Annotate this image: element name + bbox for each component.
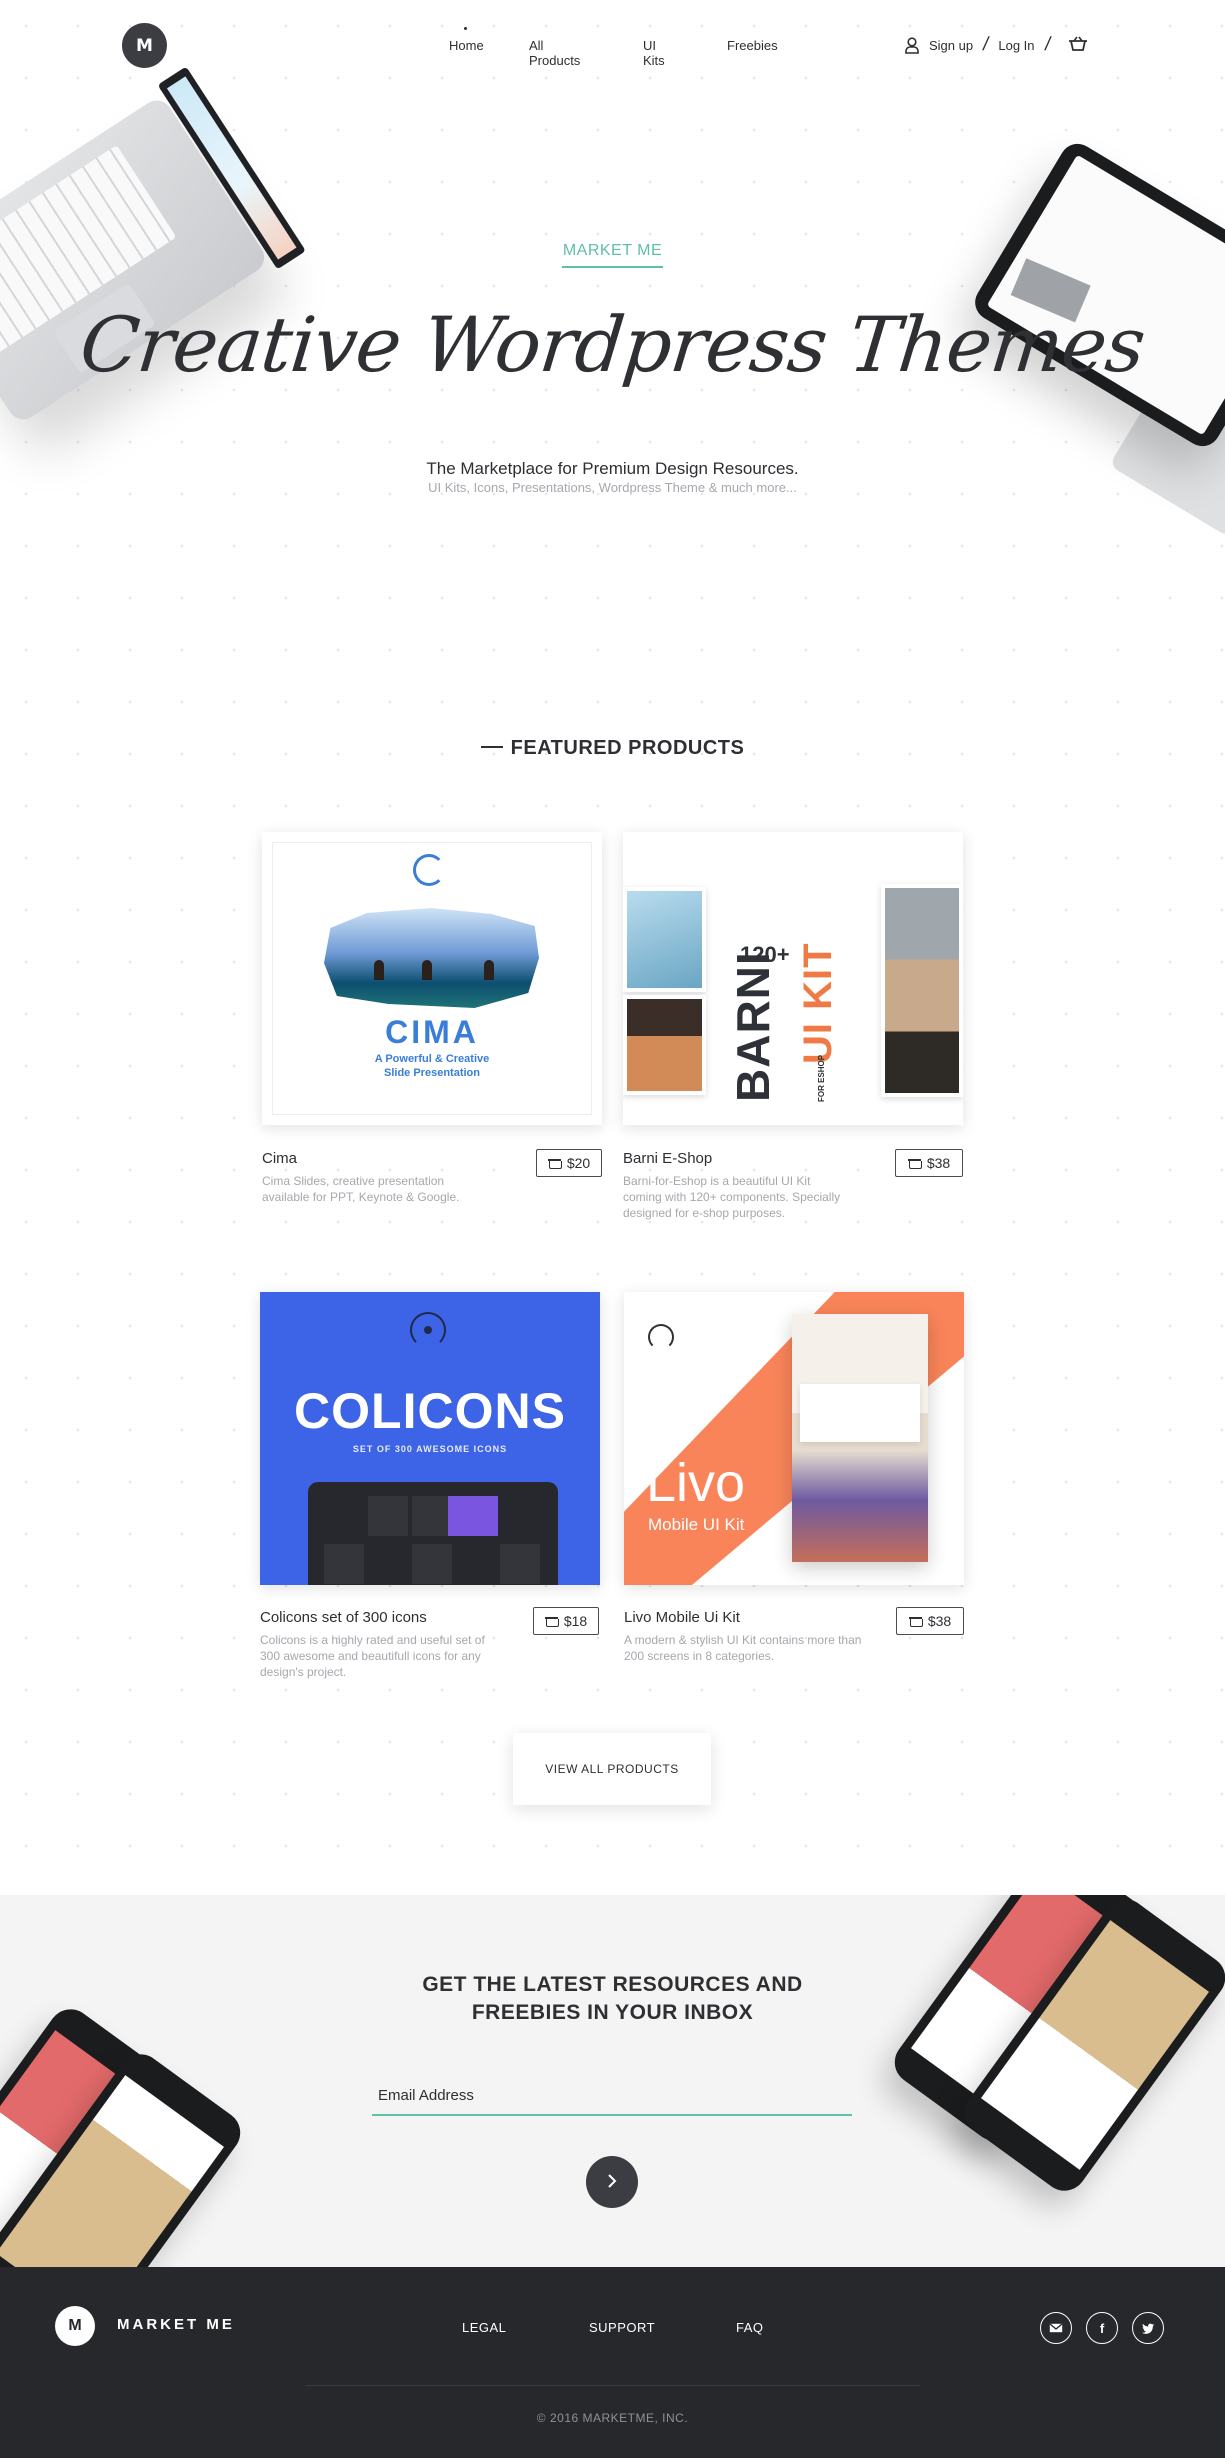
chevron-right-icon xyxy=(607,2172,617,2193)
phone-mockup xyxy=(792,1314,928,1562)
product-image-colicons[interactable]: COLICONS SET OF 300 AWESOME ICONS xyxy=(260,1292,600,1585)
nav-ui-kits[interactable]: UI Kits xyxy=(643,38,665,68)
surfers-photo xyxy=(324,908,539,1008)
login-link[interactable]: Log In xyxy=(998,38,1034,53)
product-image-livo[interactable]: Livo Mobile UI Kit xyxy=(624,1292,964,1585)
device-mockup xyxy=(308,1482,558,1585)
newsletter-title-line1: GET THE LATEST RESOURCES AND xyxy=(422,1973,803,1996)
cima-art-title: CIMA xyxy=(385,1014,479,1050)
dress-photo xyxy=(623,995,706,1095)
basket-icon xyxy=(908,1615,923,1627)
price-button-colicons[interactable]: $18 xyxy=(533,1607,599,1635)
product-image-cima[interactable]: CIMA A Powerful & Creative Slide Present… xyxy=(262,832,602,1125)
footer-link-faq[interactable]: FAQ xyxy=(736,2320,764,2335)
twitter-icon[interactable] xyxy=(1132,2312,1164,2344)
footer-logo-letter: M xyxy=(68,2317,82,2334)
cart-icon[interactable] xyxy=(1068,36,1088,55)
eyebrow-underline xyxy=(562,266,663,268)
nav-all-products[interactable]: All Products xyxy=(529,38,580,68)
sweater-photo xyxy=(623,887,706,992)
livo-logo-icon xyxy=(648,1324,674,1350)
hero-title: Creative Wordpress Themes xyxy=(76,300,1149,389)
footer-divider xyxy=(305,2385,920,2386)
hero-tagline: UI Kits, Icons, Presentations, Wordpress… xyxy=(428,480,797,495)
barni-art-small: FOR ESHOP xyxy=(817,1054,826,1102)
logo[interactable]: M xyxy=(122,23,167,68)
signup-link[interactable]: Sign up xyxy=(929,38,973,53)
copyright: © 2016 MARKETME, INC. xyxy=(536,2411,689,2425)
barni-art-kit: UI KIT xyxy=(796,942,840,1064)
colicons-logo-icon xyxy=(410,1312,446,1348)
product-name-cima[interactable]: Cima xyxy=(262,1150,297,1167)
cima-art-tagline: A Powerful & Creative Slide Presentation xyxy=(374,1053,490,1079)
email-field-underline xyxy=(372,2114,852,2116)
nav-home[interactable]: Home xyxy=(449,38,484,53)
tablet-illustration xyxy=(968,137,1225,453)
featured-title-text: FEATURED PRODUCTS xyxy=(510,737,745,759)
subscribe-button[interactable] xyxy=(586,2156,638,2208)
product-desc-barni: Barni-for-Eshop is a beautiful UI Kit co… xyxy=(623,1174,841,1220)
basket-icon xyxy=(547,1157,562,1169)
barni-art-title: BARNI xyxy=(727,951,779,1102)
newsletter-section xyxy=(0,1895,1225,2267)
livo-art-title: Livo xyxy=(646,1453,746,1513)
product-name-livo[interactable]: Livo Mobile Ui Kit xyxy=(624,1609,740,1626)
facebook-icon[interactable]: f xyxy=(1086,2312,1118,2344)
email-field[interactable]: Email Address xyxy=(378,2087,474,2104)
price-button-livo[interactable]: $38 xyxy=(896,1607,964,1635)
price-label: $18 xyxy=(563,1613,588,1629)
auth-links: Sign up / Log In / xyxy=(905,34,1088,56)
separator: / xyxy=(981,34,991,55)
price-button-barni[interactable]: $38 xyxy=(895,1149,963,1177)
price-label: $38 xyxy=(926,1155,951,1171)
product-name-barni[interactable]: Barni E-Shop xyxy=(623,1150,712,1167)
view-all-products-button[interactable]: VIEW ALL PRODUCTS xyxy=(513,1733,711,1805)
basket-icon xyxy=(544,1615,559,1627)
hero-subtitle: The Marketplace for Premium Design Resou… xyxy=(426,459,799,478)
nav-freebies[interactable]: Freebies xyxy=(727,38,778,53)
user-icon xyxy=(905,37,919,54)
footer-brand: MARKET ME xyxy=(117,2316,235,2333)
hero-eyebrow: MARKET ME xyxy=(562,242,663,259)
colicons-art-sub: SET OF 300 AWESOME ICONS xyxy=(352,1444,508,1454)
product-name-colicons[interactable]: Colicons set of 300 icons xyxy=(260,1609,427,1626)
logo-letter: M xyxy=(136,35,153,56)
product-desc-livo: A modern & stylish UI Kit contains more … xyxy=(624,1633,862,1663)
title-dash xyxy=(480,745,503,748)
price-label: $38 xyxy=(927,1613,952,1629)
product-image-barni[interactable]: 120+ BARNI UI KIT FOR ESHOP xyxy=(623,832,963,1125)
price-label: $20 xyxy=(566,1155,591,1171)
product-desc-cima: Cima Slides, creative presentation avail… xyxy=(262,1174,460,1204)
colicons-art-title: COLICONS xyxy=(294,1383,566,1439)
shop-photo xyxy=(881,884,963,1097)
basket-icon xyxy=(907,1157,922,1169)
product-desc-colicons: Colicons is a highly rated and useful se… xyxy=(260,1633,485,1679)
cima-logo-icon xyxy=(413,854,445,886)
featured-title: FEATURED PRODUCTS xyxy=(0,737,1225,760)
newsletter-title-line2: FREEBIES IN YOUR INBOX xyxy=(471,2001,754,2024)
footer-logo[interactable]: M xyxy=(55,2306,95,2346)
mail-icon[interactable] xyxy=(1040,2312,1072,2344)
livo-art-sub: Mobile UI Kit xyxy=(648,1515,745,1534)
active-nav-indicator xyxy=(464,27,467,30)
separator: / xyxy=(1042,34,1052,55)
footer-link-legal[interactable]: LEGAL xyxy=(462,2320,506,2335)
price-button-cima[interactable]: $20 xyxy=(536,1149,602,1177)
footer xyxy=(0,2267,1225,2458)
footer-link-support[interactable]: SUPPORT xyxy=(589,2320,655,2335)
newsletter-title: GET THE LATEST RESOURCES AND FREEBIES IN… xyxy=(0,1971,1225,2027)
